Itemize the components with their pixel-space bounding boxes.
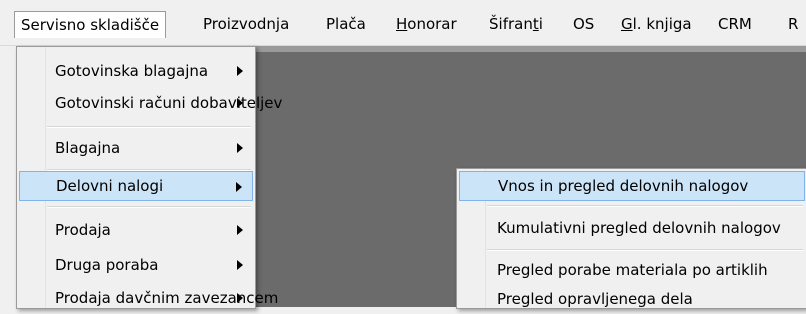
submenu-arrow-icon [237,225,243,235]
menu-gl-knjiga[interactable]: Gl. knjiga [615,12,698,36]
menu-item-kumulativni-pregled-delovnih-nalogov[interactable]: Kumulativni pregled delovnih nalogov [459,213,805,243]
menu-separator [487,205,803,207]
menu-item-blagajna[interactable]: Blagajna [19,133,253,163]
menu-item-druga-poraba[interactable]: Druga poraba [19,250,253,280]
menu-item-label: Delovni nalogi [56,177,164,195]
menu-item-label: Pregled opravljenega dela [497,290,693,308]
menu-item-prodaja[interactable]: Prodaja [19,215,253,245]
menu-separator [47,206,251,208]
menu-item-prodaja-davcnim-zavezancem[interactable]: Prodaja davčnim zavezancem [19,283,278,313]
menu-placa[interactable]: Plača [320,12,372,36]
submenu-delovni-nalogi: Vnos in pregled delovnih nalogov Kumulat… [456,168,806,309]
submenu-arrow-icon [237,143,243,153]
menu-item-label: Vnos in pregled delovnih nalogov [498,177,749,195]
menu-os[interactable]: OS [567,12,600,36]
menu-separator [47,126,251,128]
menu-item-label: Gotovinski računi dobaviteljev [55,94,283,112]
menu-item-label: Kumulativni pregled delovnih nalogov [497,219,781,237]
menu-r[interactable]: R [782,12,804,36]
work-area-strip [250,46,806,52]
submenu-arrow-icon [236,182,242,192]
menu-proizvodnja[interactable]: Proizvodnja [197,12,295,36]
dropdown-menu-servisno-skladisce: Gotovinska blagajna Gotovinski računi do… [16,46,282,309]
menu-sifranti[interactable]: Šifranti [483,12,549,36]
submenu-arrow-icon [237,66,243,76]
menu-honorar[interactable]: Honorar [390,12,463,36]
menu-item-label: Druga poraba [55,256,159,274]
menu-separator [487,249,803,251]
menu-crm[interactable]: CRM [712,12,758,36]
menu-item-label: Gotovinska blagajna [55,62,209,80]
menubar: Servisno skladišče Proizvodnja Plača Hon… [0,0,806,46]
menu-item-gotovinski-racuni-dobaviteljev[interactable]: Gotovinski računi dobaviteljev [19,88,282,118]
menu-item-pregled-porabe-materiala[interactable]: Pregled porabe materiala po artiklih [459,255,805,285]
menu-servisno-skladisce[interactable]: Servisno skladišče [14,11,167,38]
menu-item-gotovinska-blagajna[interactable]: Gotovinska blagajna [19,56,253,86]
menu-item-label: Prodaja davčnim zavezancem [55,289,279,307]
menu-item-label: Pregled porabe materiala po artiklih [497,261,768,279]
menu-item-pregled-opravljenega-dela[interactable]: Pregled opravljenega dela [459,284,805,314]
menu-item-label: Blagajna [55,139,121,157]
menu-item-label: Prodaja [55,221,111,239]
submenu-arrow-icon [237,293,243,303]
submenu-arrow-icon [237,260,243,270]
menu-item-vnos-in-pregled-delovnih-nalogov[interactable]: Vnos in pregled delovnih nalogov [459,171,805,201]
submenu-arrow-icon [237,98,243,108]
menu-item-delovni-nalogi[interactable]: Delovni nalogi [19,171,253,201]
